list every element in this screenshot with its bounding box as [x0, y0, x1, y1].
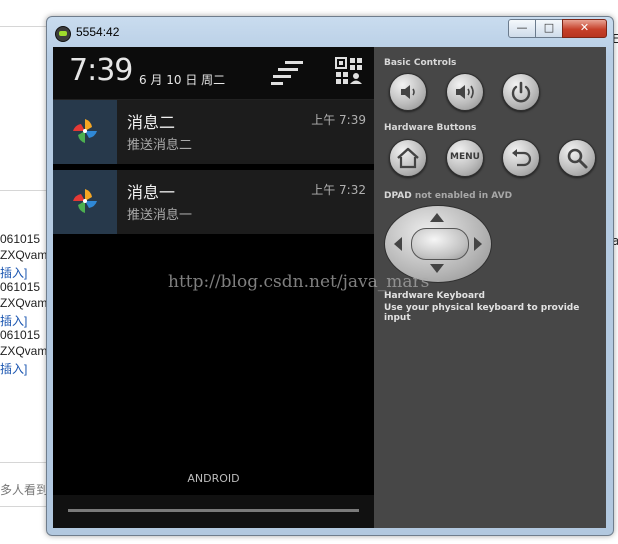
dpad-left-arrow-icon[interactable] — [394, 237, 402, 251]
quick-settings-icon[interactable] — [335, 57, 363, 85]
divider — [0, 462, 50, 463]
dpad-right-arrow-icon[interactable] — [474, 237, 482, 251]
clock: 7:39 — [69, 53, 133, 88]
hardware-keyboard-label: Hardware Keyboard — [384, 291, 485, 301]
notification-header: 7:39 6 月 10 日 周二 — [53, 47, 374, 100]
volume-down-icon — [401, 85, 415, 99]
insert-link[interactable]: 插入] — [0, 264, 27, 281]
close-button[interactable]: ✕ — [562, 19, 607, 38]
dpad-label-text: DPAD — [384, 191, 412, 201]
background-text: 061015 — [0, 280, 41, 294]
dpad-label: DPAD not enabled in AVD — [384, 191, 512, 201]
dpad-center-button[interactable] — [411, 228, 469, 260]
notification-shade-handle[interactable] — [53, 495, 374, 528]
notification-title: 消息二 — [127, 113, 176, 132]
carrier-label: ANDROID — [187, 472, 240, 485]
pinwheel-app-icon — [53, 100, 117, 164]
background-footer-text: 多人看到 — [0, 483, 49, 497]
divider — [0, 190, 50, 191]
notification-time: 上午 7:39 — [311, 113, 366, 127]
insert-link[interactable]: 插入] — [0, 312, 27, 329]
background-text: ZXQvam — [0, 296, 48, 310]
dpad-note: not enabled in AVD — [414, 191, 513, 201]
background-text: ZXQvam — [0, 344, 48, 358]
divider — [0, 506, 50, 507]
title-bar[interactable]: 5554:42 — □ ✕ — [47, 17, 613, 47]
search-icon — [567, 148, 588, 169]
pinwheel-app-icon — [53, 170, 117, 234]
notification-item[interactable]: 消息一 推送消息一 上午 7:32 — [53, 170, 374, 234]
power-button[interactable] — [502, 73, 540, 111]
power-icon — [511, 81, 531, 103]
search-button[interactable] — [558, 139, 596, 177]
maximize-button[interactable]: □ — [535, 19, 563, 38]
dpad-down-arrow-icon[interactable] — [430, 264, 444, 273]
hardware-buttons-label: Hardware Buttons — [384, 123, 477, 133]
divider — [0, 26, 50, 27]
background-text: 061015 — [0, 328, 41, 342]
minimize-button[interactable]: — — [508, 19, 536, 38]
volume-down-button[interactable] — [389, 73, 427, 111]
notification-body: 推送消息二 — [127, 138, 193, 153]
date: 6 月 10 日 周二 — [139, 73, 226, 87]
menu-button[interactable]: MENU — [446, 139, 484, 177]
handle-line — [68, 509, 359, 512]
notification-body: 推送消息一 — [127, 208, 193, 223]
back-icon — [512, 149, 532, 167]
back-button[interactable] — [502, 139, 540, 177]
window-title: 5554:42 — [76, 25, 120, 39]
insert-link[interactable]: 插入] — [0, 360, 27, 377]
notification-title: 消息一 — [127, 183, 176, 202]
clear-all-icon[interactable] — [271, 61, 303, 85]
home-button[interactable] — [389, 139, 427, 177]
android-app-icon — [55, 26, 71, 42]
hardware-keyboard-note: Use your physical keyboard to provide in… — [384, 303, 580, 323]
notification-time: 上午 7:32 — [311, 183, 366, 197]
background-text: ZXQvam — [0, 248, 48, 262]
basic-controls-label: Basic Controls — [384, 58, 457, 68]
watermark-url: http://blog.csdn.net/java_mars — [168, 272, 430, 292]
menu-button-label: MENU — [450, 152, 480, 162]
volume-up-icon — [456, 85, 474, 99]
dpad-up-arrow-icon[interactable] — [430, 213, 444, 222]
background-text: 061015 — [0, 232, 41, 246]
window-controls: — □ ✕ — [508, 19, 607, 38]
home-icon — [397, 147, 419, 169]
volume-up-button[interactable] — [446, 73, 484, 111]
notification-item[interactable]: 消息二 推送消息二 上午 7:39 — [53, 100, 374, 164]
